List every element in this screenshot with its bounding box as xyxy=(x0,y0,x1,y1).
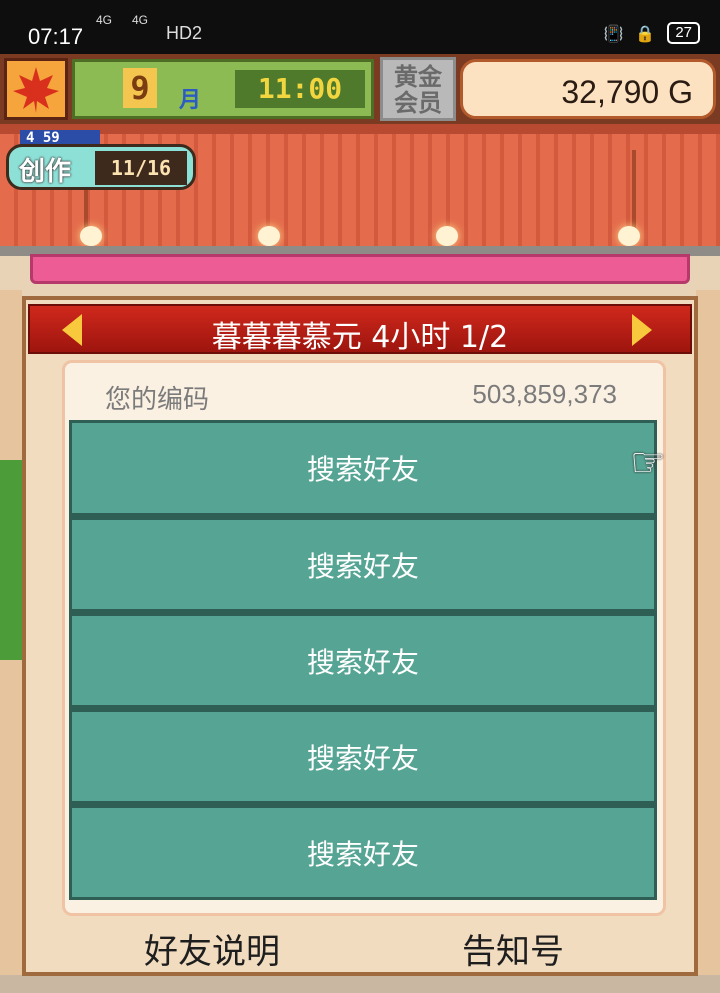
battery-icon: 27 xyxy=(667,22,700,44)
your-code-label: 您的编码 xyxy=(105,385,210,415)
dialog-title: 暮暮暮慕元 4小时 1/2 xyxy=(211,320,509,355)
game-clock: 11:00 xyxy=(235,70,365,108)
friend-help-button[interactable]: 好友说明 xyxy=(144,924,280,973)
month-unit: 月 xyxy=(179,88,202,113)
signal-icon: 4G xyxy=(132,13,149,27)
lamp-icon xyxy=(436,226,458,246)
date-panel: 9 月 11:00 xyxy=(72,59,374,119)
lamp-icon xyxy=(80,226,102,246)
money-panel: 32,790 G xyxy=(460,59,716,119)
next-page-arrow-icon[interactable] xyxy=(632,314,652,346)
tree-icon xyxy=(0,460,22,660)
status-time: 07:17 xyxy=(28,24,84,49)
hd-icon: HD2 xyxy=(166,23,203,43)
creation-progress: 11/16 xyxy=(95,151,187,185)
search-friend-button[interactable]: 搜索好友 xyxy=(69,804,657,900)
status-icons: 📳 🔒 27 xyxy=(603,22,700,44)
your-code-value: 503,859,373 xyxy=(472,379,617,409)
month-number: 9 xyxy=(123,68,157,108)
game-hud: 9 月 11:00 黄金 会员 32,790 G xyxy=(0,54,720,124)
money-value: 32,790 G xyxy=(561,74,693,110)
street xyxy=(0,975,720,993)
lamp-icon xyxy=(618,226,640,246)
shop-wall-right xyxy=(696,290,720,990)
lock-icon: 🔒 xyxy=(635,23,656,43)
dialog-header: 暮暮暮慕元 4小时 1/2 xyxy=(28,304,692,355)
maple-leaf-icon xyxy=(7,61,65,117)
friend-dialog: 暮暮暮慕元 4小时 1/2 您的编码 503,859,373 搜索好友 搜索好友… xyxy=(22,296,698,976)
vip-label-line1: 黄金 xyxy=(394,63,442,91)
pointing-hand-icon: ☜ xyxy=(630,440,666,486)
signal-icon: 4G xyxy=(96,13,113,27)
status-bar: 07:17 4G 4G HD2 📳 🔒 27 xyxy=(0,0,720,54)
notify-id-button[interactable]: 告知号 xyxy=(462,924,564,973)
pink-awning xyxy=(30,254,690,284)
creation-panel: 创作 11/16 xyxy=(6,144,196,190)
search-friend-button[interactable]: 搜索好友 xyxy=(69,708,657,804)
vip-badge[interactable]: 黄金 会员 xyxy=(380,57,456,121)
lamp-icon xyxy=(258,226,280,246)
search-friend-button[interactable]: 搜索好友 xyxy=(69,420,657,516)
search-friend-button[interactable]: 搜索好友 xyxy=(69,612,657,708)
friend-slot-list: 搜索好友 搜索好友 搜索好友 搜索好友 搜索好友 xyxy=(69,420,657,900)
search-friend-button[interactable]: 搜索好友 xyxy=(69,516,657,612)
creation-badge[interactable]: 4 59 创作 11/16 xyxy=(6,130,196,192)
vibrate-icon: 📳 xyxy=(603,23,624,43)
vip-label-line2: 会员 xyxy=(394,89,442,117)
creation-label: 创作 xyxy=(19,157,72,187)
season-leaf-icon[interactable] xyxy=(4,58,68,120)
